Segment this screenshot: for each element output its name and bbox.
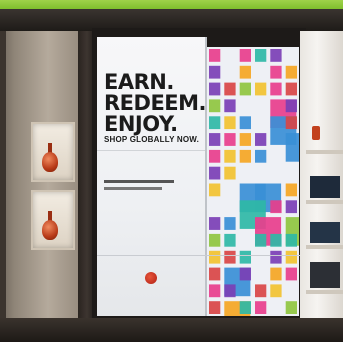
color-tile xyxy=(209,250,221,264)
screen-seam xyxy=(97,150,205,151)
product-boxes xyxy=(310,222,340,243)
color-tile xyxy=(239,267,251,281)
color-tile xyxy=(285,301,297,314)
colored-tile-grid xyxy=(209,49,312,330)
color-tile xyxy=(239,65,251,79)
product-boxes xyxy=(310,262,340,288)
bottle xyxy=(42,220,58,240)
color-tile xyxy=(209,217,221,230)
color-tile xyxy=(285,82,297,96)
headline-line-1: EARN. xyxy=(104,70,174,94)
color-tile xyxy=(255,284,267,298)
color-tile xyxy=(255,133,267,146)
bottle xyxy=(42,152,58,172)
color-tile xyxy=(209,65,221,79)
brand-logo-icon xyxy=(145,272,157,284)
color-tile xyxy=(224,166,236,180)
color-tile xyxy=(285,99,297,113)
color-tile xyxy=(209,233,221,247)
color-tile xyxy=(285,133,312,162)
floor xyxy=(0,318,343,342)
headline-line-2: REDEEM. xyxy=(104,91,207,115)
color-tile xyxy=(209,133,221,146)
color-tile xyxy=(209,166,221,180)
color-tile xyxy=(285,200,297,214)
color-tile xyxy=(224,233,236,247)
color-tile xyxy=(239,49,251,62)
color-tile xyxy=(239,149,251,163)
store-photo: EARN. REDEEM. ENJOY. SHOP GLOBALLY NOW. xyxy=(0,0,343,342)
color-tile xyxy=(209,183,221,197)
color-tile xyxy=(285,267,297,281)
color-tile xyxy=(270,250,282,264)
color-tile xyxy=(285,250,297,264)
color-tile xyxy=(285,116,297,130)
color-tile xyxy=(270,267,282,281)
color-tile xyxy=(270,284,282,298)
color-tile xyxy=(285,65,297,79)
color-tile xyxy=(255,301,267,314)
shelf xyxy=(306,245,343,249)
headline: EARN. REDEEM. ENJOY. xyxy=(104,70,207,136)
shelf xyxy=(306,200,343,204)
color-tile xyxy=(209,49,221,62)
screen-seam xyxy=(97,255,307,256)
color-tile xyxy=(255,149,267,163)
green-banner xyxy=(0,0,343,9)
color-tile xyxy=(270,65,282,79)
color-tile xyxy=(239,82,251,96)
product-boxes xyxy=(310,176,340,198)
color-tile xyxy=(255,82,267,96)
color-tile xyxy=(224,284,236,298)
color-tile xyxy=(270,200,282,214)
color-tile xyxy=(224,133,236,146)
shelf xyxy=(306,150,343,154)
tagline: SHOP GLOBALLY NOW. xyxy=(104,135,200,144)
color-tile xyxy=(209,284,221,298)
color-tile xyxy=(224,250,236,264)
color-tile xyxy=(239,301,251,314)
color-tile xyxy=(239,133,251,146)
color-tile xyxy=(224,217,236,230)
color-tile xyxy=(255,49,267,62)
color-tile xyxy=(209,149,221,163)
color-tile xyxy=(239,250,251,264)
color-tile xyxy=(209,99,221,113)
color-tile xyxy=(255,233,267,247)
screen-right-panel xyxy=(207,47,312,330)
color-tile xyxy=(270,233,282,247)
color-tile xyxy=(224,99,236,113)
headline-line-3: ENJOY. xyxy=(104,112,178,136)
color-tile xyxy=(209,82,221,96)
color-tile xyxy=(270,49,282,62)
left-wall-edge xyxy=(0,31,6,342)
screen-seam xyxy=(205,37,207,316)
color-tile xyxy=(239,116,251,130)
color-tile xyxy=(209,267,221,281)
color-tile xyxy=(209,301,221,314)
color-tile xyxy=(224,149,236,163)
left-wall xyxy=(0,31,80,342)
color-tile xyxy=(224,116,236,130)
color-tile xyxy=(285,183,297,197)
color-tile xyxy=(270,82,282,96)
shelf xyxy=(306,290,343,294)
color-tile xyxy=(224,82,236,96)
fine-print-lines xyxy=(104,180,200,190)
color-tile xyxy=(285,233,297,247)
color-tile xyxy=(209,116,221,130)
red-product xyxy=(312,126,320,140)
